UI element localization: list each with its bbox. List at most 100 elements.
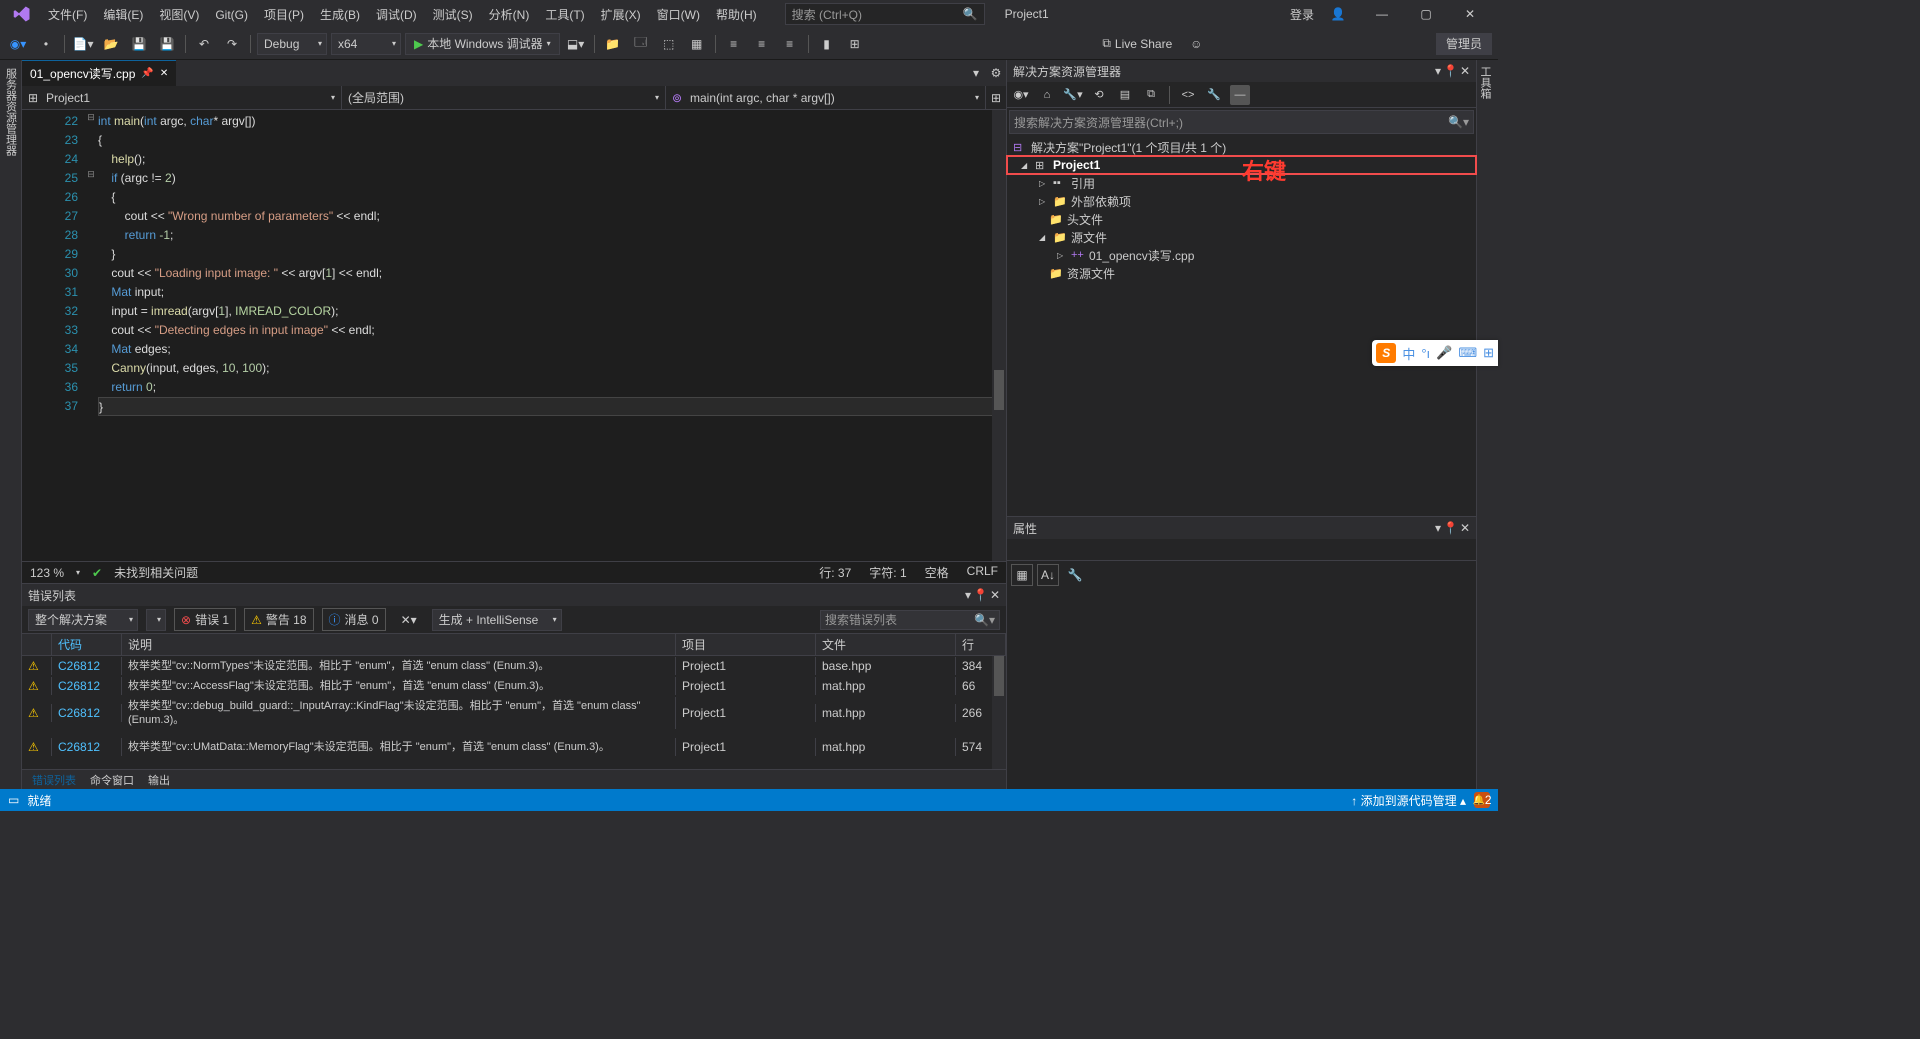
login-link[interactable]: 登录 bbox=[1290, 6, 1314, 23]
global-search-input[interactable]: 搜索 (Ctrl+Q) 🔍 bbox=[785, 3, 985, 25]
panel-pin-icon[interactable]: 📍 bbox=[1443, 521, 1458, 535]
bottom-tab[interactable]: 错误列表 bbox=[26, 770, 82, 790]
panel-dropdown-icon[interactable]: ▾ bbox=[1435, 521, 1441, 535]
solution-search-input[interactable]: 搜索解决方案资源管理器(Ctrl+;) 🔍▾ bbox=[1009, 110, 1474, 134]
menu-item[interactable]: Git(G) bbox=[207, 4, 256, 26]
menu-item[interactable]: 帮助(H) bbox=[708, 4, 765, 26]
menu-item[interactable]: 测试(S) bbox=[425, 4, 481, 26]
expand-icon[interactable]: ◢ bbox=[1021, 161, 1031, 170]
messages-filter[interactable]: ⓘ消息 0 bbox=[322, 608, 386, 631]
tab-settings-icon[interactable]: ⚙ bbox=[986, 60, 1006, 86]
ime-lang[interactable]: 中 bbox=[1402, 344, 1415, 363]
menu-item[interactable]: 窗口(W) bbox=[649, 4, 708, 26]
save-all-button[interactable]: 💾 bbox=[155, 32, 179, 56]
tool-btn-2[interactable]: 🗔 bbox=[629, 32, 653, 56]
error-row[interactable]: ⚠C26812枚举类型"cv::AccessFlag"未设定范围。相比于 "en… bbox=[22, 676, 1006, 696]
menu-item[interactable]: 工具(T) bbox=[537, 4, 592, 26]
error-row[interactable]: ⚠C26812枚举类型"cv::UMatData::MemoryFlag"未设定… bbox=[22, 730, 1006, 764]
user-icon[interactable]: 👤 bbox=[1318, 0, 1358, 28]
new-button[interactable]: 📄▾ bbox=[71, 32, 95, 56]
panel-dropdown-icon[interactable]: ▾ bbox=[965, 588, 971, 602]
error-row[interactable]: ⚠C26812枚举类型"cv::NormTypes"未设定范围。相比于 "enu… bbox=[22, 656, 1006, 676]
panel-pin-icon[interactable]: 📍 bbox=[973, 588, 988, 602]
nav-project-combo[interactable]: ⊞ Project1 bbox=[22, 86, 342, 109]
source-file-node[interactable]: ▷ ++ 01_opencv读写.cpp bbox=[1007, 246, 1476, 264]
menu-item[interactable]: 分析(N) bbox=[481, 4, 538, 26]
expand-icon[interactable]: ◢ bbox=[1039, 233, 1049, 242]
sln-toggle-icon[interactable]: — bbox=[1230, 85, 1250, 105]
resources-node[interactable]: 📁 资源文件 bbox=[1007, 264, 1476, 282]
errors-filter[interactable]: ⊗错误 1 bbox=[174, 608, 236, 631]
sln-show-icon[interactable]: ▤ bbox=[1115, 85, 1135, 105]
fold-column[interactable]: ⊟⊟ bbox=[84, 110, 98, 561]
platform-combo[interactable]: x64 bbox=[331, 33, 401, 55]
sources-node[interactable]: ◢ 📁 源文件 bbox=[1007, 228, 1476, 246]
ime-punct-icon[interactable]: °ı bbox=[1421, 346, 1430, 361]
save-button[interactable]: 💾 bbox=[127, 32, 151, 56]
redo-button[interactable]: ↷ bbox=[220, 32, 244, 56]
panel-close-icon[interactable]: ✕ bbox=[1460, 64, 1470, 78]
pin-icon[interactable]: 📌 bbox=[141, 68, 153, 79]
toolbox-tab[interactable]: 工具箱 bbox=[1477, 60, 1493, 103]
tab-dropdown-icon[interactable]: ▾ bbox=[966, 60, 986, 86]
bottom-tab[interactable]: 输出 bbox=[142, 770, 176, 790]
menu-item[interactable]: 编辑(E) bbox=[95, 4, 151, 26]
zoom-level[interactable]: 123 % bbox=[30, 566, 64, 580]
scope-extra-combo[interactable] bbox=[146, 609, 166, 631]
scm-button[interactable]: ↑ 添加到源代码管理 ▴ bbox=[1351, 792, 1466, 809]
maximize-button[interactable]: ▢ bbox=[1406, 0, 1446, 28]
bottom-tab[interactable]: 命令窗口 bbox=[84, 770, 140, 790]
menu-item[interactable]: 项目(P) bbox=[256, 4, 312, 26]
build-filter-combo[interactable]: 生成 + IntelliSense bbox=[432, 609, 562, 631]
solution-tree[interactable]: ⊟ 解决方案"Project1"(1 个项目/共 1 个) ◢ ⊞ Projec… bbox=[1007, 136, 1476, 516]
expand-icon[interactable]: ▷ bbox=[1039, 179, 1049, 188]
toggle-button[interactable]: ⊞ bbox=[843, 32, 867, 56]
error-scrollbar[interactable] bbox=[992, 656, 1006, 769]
expand-icon[interactable]: ▷ bbox=[1039, 197, 1049, 206]
tool-btn-5[interactable]: ≡ bbox=[722, 32, 746, 56]
error-scope-combo[interactable]: 整个解决方案 bbox=[28, 609, 138, 631]
config-combo[interactable]: Debug bbox=[257, 33, 327, 55]
server-explorer-tab[interactable]: 服务器资源管理器 bbox=[3, 64, 19, 160]
tool-btn-4[interactable]: ▦ bbox=[685, 32, 709, 56]
close-button[interactable]: ✕ bbox=[1450, 0, 1490, 28]
back-button[interactable]: ◉▾ bbox=[6, 32, 30, 56]
menu-item[interactable]: 扩展(X) bbox=[593, 4, 649, 26]
ime-toolbar[interactable]: S 中 °ı 🎤 ⌨ ⊞ bbox=[1372, 340, 1498, 366]
run-button[interactable]: ▶ 本地 Windows 调试器 ▾ bbox=[405, 33, 560, 55]
ime-grid-icon[interactable]: ⊞ bbox=[1483, 345, 1494, 361]
menu-item[interactable]: 生成(B) bbox=[312, 4, 368, 26]
tool-btn-3[interactable]: ⬚ bbox=[657, 32, 681, 56]
code-editor[interactable]: 22232425262728293031323334353637 ⊟⊟ int … bbox=[22, 110, 1006, 561]
panel-close-icon[interactable]: ✕ bbox=[1460, 521, 1470, 535]
alphabetical-icon[interactable]: A↓ bbox=[1037, 564, 1059, 586]
code-content[interactable]: int main(int argc, char* argv[]){ help()… bbox=[98, 110, 1006, 561]
menu-item[interactable]: 文件(F) bbox=[40, 4, 95, 26]
error-row[interactable]: ⚠C26812枚举类型"cv::debug_build_guard::_Inpu… bbox=[22, 696, 1006, 730]
sln-sync-icon[interactable]: ⟲ bbox=[1089, 85, 1109, 105]
open-button[interactable]: 📂 bbox=[99, 32, 123, 56]
nav-function-combo[interactable]: ⊚ main(int argc, char * argv[]) bbox=[666, 86, 986, 109]
editor-scrollbar[interactable] bbox=[992, 110, 1006, 561]
sln-back-icon[interactable]: ◉▾ bbox=[1011, 85, 1031, 105]
sln-copy-icon[interactable]: ⧉ bbox=[1141, 85, 1161, 105]
debug-step-button[interactable]: ⬓▾ bbox=[564, 32, 588, 56]
bookmark-button[interactable]: ▮ bbox=[815, 32, 839, 56]
tab-close-icon[interactable]: ✕ bbox=[160, 68, 168, 79]
forward-button[interactable]: • bbox=[34, 32, 58, 56]
filter-clear[interactable]: ✕▾ bbox=[394, 610, 424, 630]
tool-btn-7[interactable]: ≡ bbox=[778, 32, 802, 56]
notifications-badge[interactable]: 🔔2 bbox=[1474, 792, 1490, 808]
props-wrench-icon[interactable]: 🔧 bbox=[1063, 563, 1087, 587]
error-search-input[interactable]: 搜索错误列表 🔍▾ bbox=[820, 610, 1000, 630]
headers-node[interactable]: 📁 头文件 bbox=[1007, 210, 1476, 228]
menu-item[interactable]: 调试(D) bbox=[368, 4, 425, 26]
expand-icon[interactable]: ▷ bbox=[1057, 251, 1067, 260]
live-share-button[interactable]: ⧉ Live Share bbox=[1094, 36, 1180, 51]
sln-code-icon[interactable]: <> bbox=[1178, 85, 1198, 105]
file-tab[interactable]: 01_opencv读写.cpp 📌 ✕ bbox=[22, 60, 176, 86]
tool-btn-1[interactable]: 📁 bbox=[601, 32, 625, 56]
ime-mic-icon[interactable]: 🎤 bbox=[1436, 345, 1452, 361]
nav-scope-combo[interactable]: (全局范围) bbox=[342, 86, 666, 109]
tool-btn-6[interactable]: ≡ bbox=[750, 32, 774, 56]
